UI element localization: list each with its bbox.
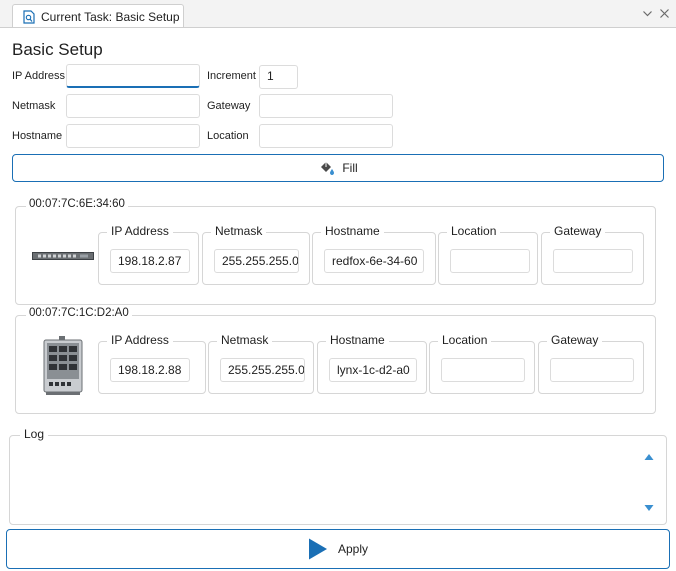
device-hostname-input[interactable]: redfox-6e-34-60 bbox=[324, 249, 424, 273]
fill-button-label: Fill bbox=[342, 161, 358, 175]
paint-bucket-icon bbox=[321, 161, 335, 175]
increment-label: Increment bbox=[207, 70, 256, 82]
basic-setup-panel: Basic Setup IP Address Increment 1 Netma… bbox=[0, 27, 676, 571]
hostname-input[interactable] bbox=[66, 124, 200, 148]
device-gateway-label: Gateway bbox=[547, 333, 603, 347]
device-netmask-input[interactable]: 255.255.255.0 bbox=[220, 358, 305, 382]
scroll-down-icon[interactable] bbox=[644, 504, 654, 512]
chevron-down-icon[interactable] bbox=[642, 8, 653, 19]
din-rail-switch-icon bbox=[43, 336, 83, 395]
device-hostname-label: Hostname bbox=[326, 333, 389, 347]
device-location-group: Location bbox=[438, 224, 538, 285]
device-mac-label: 00:07:7C:6E:34:60 bbox=[26, 198, 128, 210]
device-card-2: 00:07:7C:1C:D2:A0 IP Address 198.18.2.88 bbox=[15, 307, 656, 414]
gateway-input[interactable] bbox=[259, 94, 393, 118]
log-label: Log bbox=[20, 427, 49, 441]
device-netmask-label: Netmask bbox=[211, 224, 267, 238]
device-ip-input[interactable]: 198.18.2.88 bbox=[110, 358, 190, 382]
device-netmask-label: Netmask bbox=[217, 333, 273, 347]
device-location-input[interactable] bbox=[450, 249, 530, 273]
device-gateway-input[interactable] bbox=[550, 358, 634, 382]
device-ip-input[interactable]: 198.18.2.87 bbox=[110, 249, 190, 273]
ip-address-label: IP Address bbox=[12, 70, 65, 82]
location-label: Location bbox=[207, 130, 249, 142]
page-title: Basic Setup bbox=[12, 40, 103, 59]
tab-strip: Current Task: Basic Setup bbox=[0, 0, 676, 28]
device-gateway-group: Gateway bbox=[541, 224, 644, 285]
device-hostname-group: Hostname lynx-1c-d2-a0 bbox=[317, 333, 427, 394]
device-netmask-group: Netmask 255.255.255.0 bbox=[202, 224, 310, 285]
gateway-label: Gateway bbox=[207, 100, 251, 112]
device-card-1: 00:07:7C:6E:34:60 IP Address 198.18.2.87… bbox=[15, 198, 656, 305]
location-input[interactable] bbox=[259, 124, 393, 148]
tab-title: Current Task: Basic Setup bbox=[41, 9, 180, 24]
fill-button[interactable]: Fill bbox=[12, 154, 664, 182]
rackmount-switch-icon bbox=[32, 252, 94, 260]
task-document-icon bbox=[23, 9, 35, 24]
increment-input[interactable]: 1 bbox=[259, 65, 298, 89]
netmask-label: Netmask bbox=[12, 100, 56, 112]
device-gateway-input[interactable] bbox=[553, 249, 633, 273]
device-location-input[interactable] bbox=[441, 358, 525, 382]
close-icon[interactable] bbox=[659, 8, 670, 19]
device-location-label: Location bbox=[447, 224, 501, 238]
play-icon bbox=[308, 538, 327, 560]
hostname-label: Hostname bbox=[12, 130, 63, 142]
device-gateway-group: Gateway bbox=[538, 333, 644, 394]
device-netmask-group: Netmask 255.255.255.0 bbox=[208, 333, 314, 394]
device-location-label: Location bbox=[438, 333, 492, 347]
device-hostname-label: Hostname bbox=[321, 224, 384, 238]
log-panel: Log bbox=[9, 427, 667, 525]
apply-button-label: Apply bbox=[337, 542, 369, 556]
device-ip-label: IP Address bbox=[107, 333, 173, 347]
device-hostname-group: Hostname redfox-6e-34-60 bbox=[312, 224, 436, 285]
scroll-up-icon[interactable] bbox=[644, 453, 654, 461]
device-gateway-label: Gateway bbox=[550, 224, 606, 238]
device-netmask-input[interactable]: 255.255.255.0 bbox=[214, 249, 299, 273]
tab-controls bbox=[642, 8, 670, 19]
apply-button[interactable]: Apply bbox=[6, 529, 670, 569]
device-location-group: Location bbox=[429, 333, 535, 394]
device-mac-label: 00:07:7C:1C:D2:A0 bbox=[26, 307, 132, 319]
device-ip-group: IP Address 198.18.2.88 bbox=[98, 333, 206, 394]
ip-address-input[interactable] bbox=[66, 64, 200, 88]
device-ip-group: IP Address 198.18.2.87 bbox=[98, 224, 199, 285]
tab-current-task[interactable]: Current Task: Basic Setup bbox=[12, 4, 184, 28]
netmask-input[interactable] bbox=[66, 94, 200, 118]
device-ip-label: IP Address bbox=[107, 224, 173, 238]
device-hostname-input[interactable]: lynx-1c-d2-a0 bbox=[329, 358, 417, 382]
log-content bbox=[20, 448, 636, 516]
